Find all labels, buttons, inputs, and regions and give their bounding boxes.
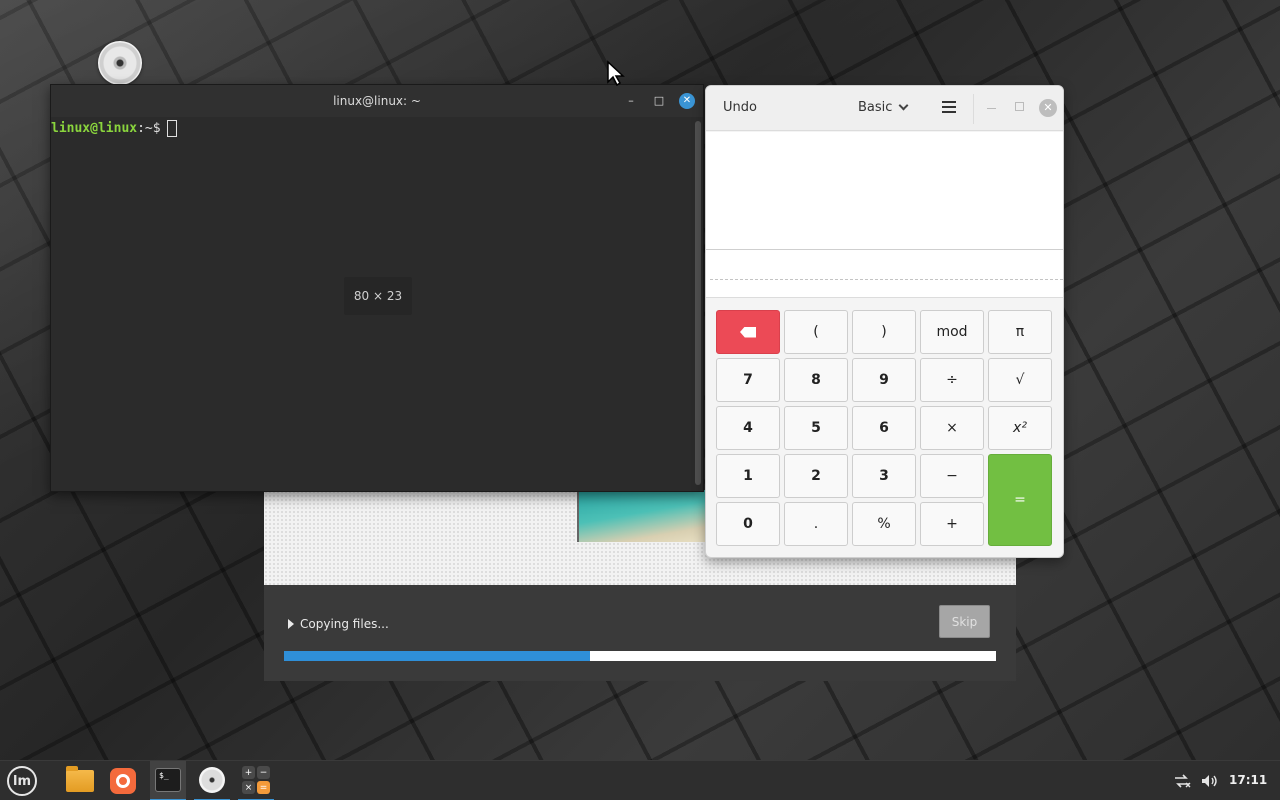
maximize-button[interactable]: □ xyxy=(651,93,667,109)
speaker-icon xyxy=(1202,775,1217,787)
copy-progress-fill xyxy=(284,651,591,661)
key-0[interactable]: 0 xyxy=(716,502,780,546)
backspace-icon xyxy=(740,326,756,338)
firefox-launcher[interactable] xyxy=(105,761,141,800)
hamburger-menu-icon[interactable] xyxy=(942,101,956,113)
square-button[interactable]: x² xyxy=(988,406,1052,450)
equals-button[interactable]: = xyxy=(988,454,1052,546)
chevron-down-icon xyxy=(898,100,909,111)
prompt-user: linux@linux xyxy=(51,120,138,136)
undo-button[interactable]: Undo xyxy=(723,100,757,115)
mode-label: Basic xyxy=(858,100,893,115)
calculator-icon: + − × = xyxy=(242,766,270,794)
mod-button[interactable]: mod xyxy=(920,310,984,354)
clock[interactable]: 17:11 xyxy=(1229,773,1267,787)
calculator-input-field[interactable] xyxy=(706,250,1063,298)
key-3[interactable]: 3 xyxy=(852,454,916,498)
copy-status-label: Copying files... xyxy=(300,617,389,631)
terminal-taskbar-item[interactable]: $_ xyxy=(150,761,186,800)
key-8[interactable]: 8 xyxy=(784,358,848,402)
terminal-prompt: linux@linux :~$ xyxy=(51,119,177,137)
expand-triangle-icon[interactable] xyxy=(288,619,294,629)
disc-icon xyxy=(199,767,225,793)
network-icon[interactable] xyxy=(1172,761,1192,800)
calculator-headerbar[interactable]: Undo Basic ✕ xyxy=(706,86,1063,131)
calculator-taskbar-item[interactable]: + − × = xyxy=(238,761,274,800)
volume-icon[interactable] xyxy=(1200,761,1220,800)
terminal-cursor xyxy=(166,119,177,137)
prompt-path: :~$ xyxy=(137,120,161,136)
key-7[interactable]: 7 xyxy=(716,358,780,402)
network-disconnected-icon xyxy=(1175,774,1191,788)
beach-image-thumbnail xyxy=(577,490,705,542)
files-launcher[interactable] xyxy=(62,761,98,800)
open-paren-button[interactable]: ( xyxy=(784,310,848,354)
key-6[interactable]: 6 xyxy=(852,406,916,450)
start-menu-button[interactable]: lm xyxy=(4,761,40,800)
terminal-body[interactable]: linux@linux :~$ 80 × 23 xyxy=(51,117,703,491)
disc-taskbar-item[interactable] xyxy=(194,761,230,800)
key-9[interactable]: 9 xyxy=(852,358,916,402)
terminal-scrollbar[interactable] xyxy=(695,121,701,485)
key-2[interactable]: 2 xyxy=(784,454,848,498)
minimize-button[interactable]: – xyxy=(623,93,639,109)
firefox-icon xyxy=(110,768,136,794)
minimize-button[interactable] xyxy=(987,108,996,109)
multiply-button[interactable]: × xyxy=(920,406,984,450)
terminal-titlebar[interactable]: linux@linux: ~ – □ ✕ xyxy=(51,85,703,117)
close-button[interactable]: ✕ xyxy=(1039,99,1057,117)
pi-button[interactable]: π xyxy=(988,310,1052,354)
minus-button[interactable]: − xyxy=(920,454,984,498)
skip-button[interactable]: Skip xyxy=(939,605,990,638)
backspace-button[interactable] xyxy=(716,310,780,354)
header-divider xyxy=(973,94,974,124)
linux-mint-logo-icon: lm xyxy=(7,766,37,796)
mouse-pointer-icon xyxy=(607,60,625,86)
copy-dialog-footer: Copying files... Skip xyxy=(264,585,1016,681)
terminal-window[interactable]: linux@linux: ~ – □ ✕ linux@linux :~$ 80 … xyxy=(50,84,704,492)
maximize-button[interactable] xyxy=(1015,102,1024,111)
decimal-point-button[interactable]: . xyxy=(784,502,848,546)
taskbar: lm $_ + − × = 17:11 xyxy=(0,760,1280,800)
files-icon xyxy=(66,766,94,792)
calculator-window[interactable]: Undo Basic ✕ ( ) mod π 7 8 9 ÷ √ 4 5 6 ×… xyxy=(705,85,1064,558)
terminal-icon: $_ xyxy=(155,768,181,792)
copy-status[interactable]: Copying files... xyxy=(288,617,389,631)
close-paren-button[interactable]: ) xyxy=(852,310,916,354)
mode-dropdown[interactable]: Basic xyxy=(858,100,909,115)
calculator-history-display xyxy=(706,132,1063,250)
key-5[interactable]: 5 xyxy=(784,406,848,450)
divide-button[interactable]: ÷ xyxy=(920,358,984,402)
disc-icon[interactable] xyxy=(98,41,142,85)
copy-progress-bar xyxy=(284,651,996,661)
terminal-title: linux@linux: ~ xyxy=(333,94,421,108)
sqrt-button[interactable]: √ xyxy=(988,358,1052,402)
percent-button[interactable]: % xyxy=(852,502,916,546)
key-1[interactable]: 1 xyxy=(716,454,780,498)
terminal-size-overlay: 80 × 23 xyxy=(344,277,412,315)
plus-button[interactable]: + xyxy=(920,502,984,546)
key-4[interactable]: 4 xyxy=(716,406,780,450)
close-button[interactable]: ✕ xyxy=(679,93,695,109)
